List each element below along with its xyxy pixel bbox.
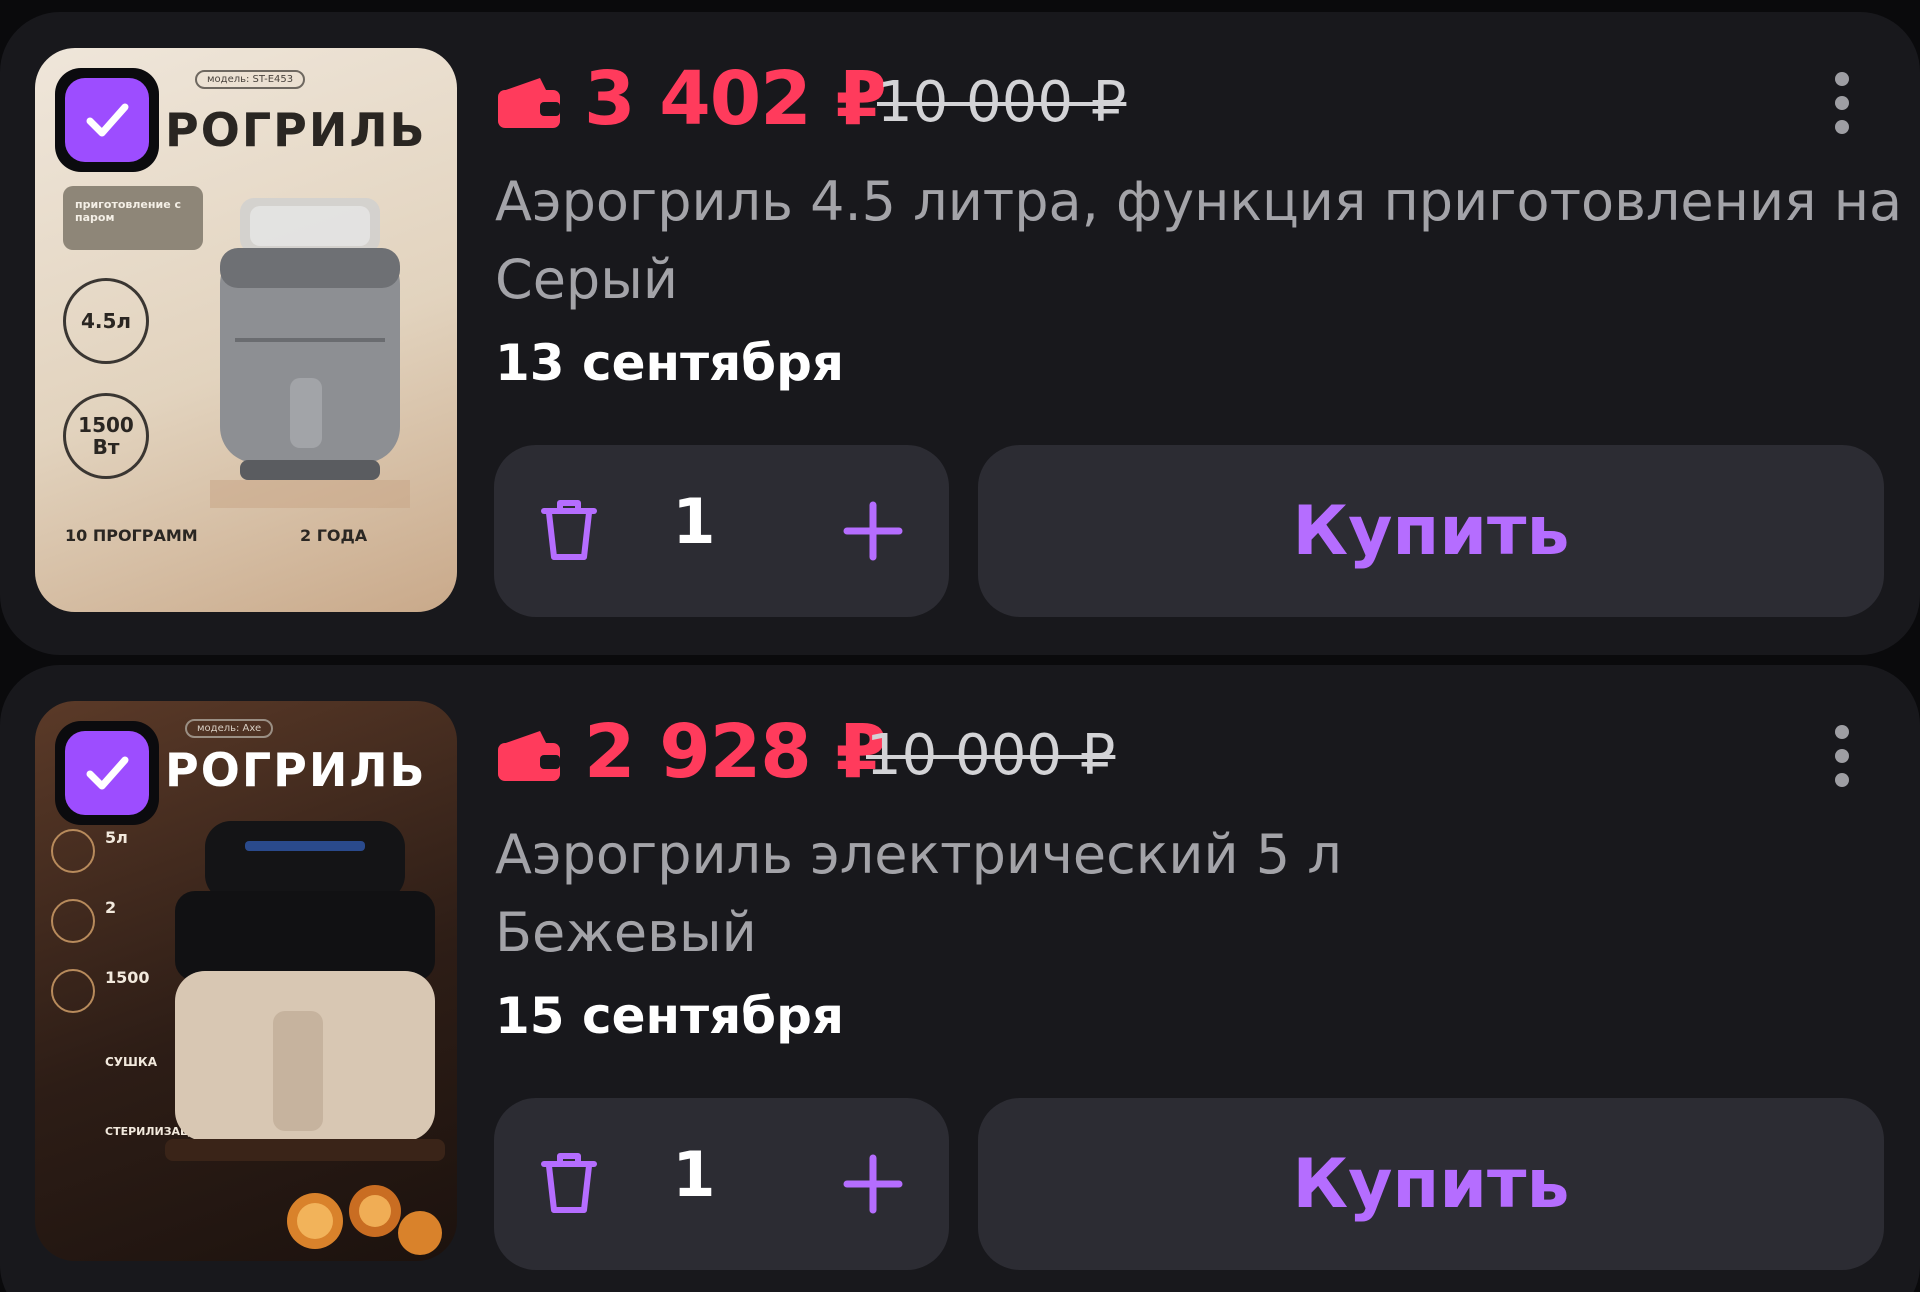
image-feat-warranty: 2 [105, 898, 117, 917]
air-fryer-illustration [165, 821, 445, 1161]
quantity-value: 1 [672, 485, 716, 558]
wallet-icon [498, 731, 560, 781]
current-price: 3 402 ₽ [584, 56, 887, 142]
check-icon [86, 756, 129, 790]
shield-icon [51, 899, 95, 943]
image-feat-volume: 5л [105, 828, 128, 847]
image-feat-dry: СУШКА [105, 1055, 157, 1069]
old-price: 10 000 ₽ [877, 70, 1127, 135]
air-fryer-illustration [210, 198, 410, 508]
delivery-date: 13 сентября [495, 334, 844, 392]
image-model-label: модель: Axe [185, 719, 274, 738]
image-title: РОГРИЛЬ [165, 103, 427, 157]
image-feat-power: 1500 [105, 968, 150, 987]
select-checkbox-1[interactable] [55, 68, 159, 172]
buy-button[interactable]: Купить [978, 1098, 1884, 1270]
old-price: 10 000 ₽ [866, 723, 1116, 788]
dried-fruit-decoration [287, 1185, 442, 1255]
more-vertical-icon[interactable] [1832, 725, 1852, 797]
product-name[interactable]: Аэрогриль электрический 5 л [495, 823, 1920, 886]
image-foot-programs: 10 ПРОГРАММ [65, 526, 198, 545]
image-chip: приготовление с паром [63, 186, 203, 250]
product-image-2[interactable]: модель: Axe РОГРИЛЬ 5л 2 1500 СУШКА СТЕР… [35, 701, 457, 1261]
image-foot-warranty: 2 ГОДА [300, 526, 368, 545]
product-image-1[interactable]: модель: ST-E453 РОГРИЛЬ приготовление с … [35, 48, 457, 612]
select-checkbox-2[interactable] [55, 721, 159, 825]
product-name[interactable]: Аэрогриль 4.5 литра, функция приготовлен… [495, 170, 1920, 233]
volume-icon [51, 829, 95, 873]
quantity-stepper: 1 [494, 445, 949, 617]
more-vertical-icon[interactable] [1832, 72, 1852, 144]
cart-item-card-2: модель: Axe РОГРИЛЬ 5л 2 1500 СУШКА СТЕР… [0, 665, 1920, 1292]
product-variant: Серый [495, 248, 678, 311]
quantity-stepper: 1 [494, 1098, 949, 1270]
image-model-label: модель: ST-E453 [195, 70, 306, 89]
plus-icon[interactable] [839, 497, 907, 565]
delivery-date: 15 сентября [495, 987, 844, 1045]
buy-button[interactable]: Купить [978, 445, 1884, 617]
lightning-icon [51, 969, 95, 1013]
image-volume-badge: 4.5л [63, 278, 149, 364]
cart-item-card-1: модель: ST-E453 РОГРИЛЬ приготовление с … [0, 12, 1920, 655]
product-variant: Бежевый [495, 901, 757, 964]
trash-icon[interactable] [534, 495, 604, 565]
quantity-value: 1 [672, 1138, 716, 1211]
trash-icon[interactable] [534, 1148, 604, 1218]
image-power-badge: 1500 Вт [63, 393, 149, 479]
plus-icon[interactable] [839, 1150, 907, 1218]
current-price: 2 928 ₽ [584, 709, 887, 795]
wallet-icon [498, 78, 560, 128]
check-icon [86, 103, 129, 137]
image-title: РОГРИЛЬ [165, 743, 427, 797]
